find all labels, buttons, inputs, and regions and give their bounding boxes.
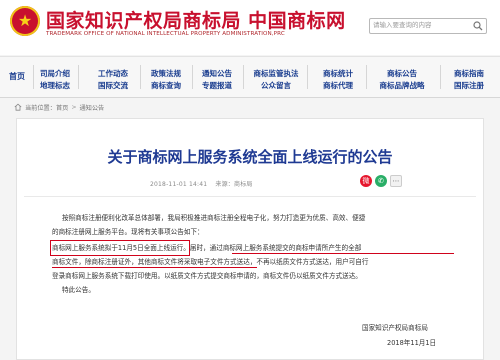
underlined-text-1: 通过商标网上服务系统提交的商标申请所产生的全部 [209, 244, 362, 252]
nav-item-tm-search[interactable]: 商标查询 [146, 80, 186, 92]
nav-divider [243, 65, 244, 89]
highlighted-launch-date: 商标网上服务系统拟于11月5日全面上线运行 [52, 244, 184, 252]
breadcrumb-home[interactable]: 首页 [56, 103, 68, 112]
paragraph-1-line-1: 按照商标注册便利化改革总体部署，我局积极推进商标注册全程电子化，努力打造更为优质… [62, 214, 366, 222]
site-subtitle: TRADEMARK OFFICE OF NATIONAL INTELLECTUA… [46, 31, 285, 37]
main-nav: 首页 司局介绍 地理标志 工作动态 国际交流 政策法规 商标查询 通知公告 专题… [0, 56, 500, 98]
nav-item-enforcement[interactable]: 商标监管执法 [252, 68, 300, 80]
article-source: 来源：商标局 [215, 181, 253, 188]
national-emblem-icon[interactable]: ★ [10, 6, 40, 36]
underline-2 [52, 267, 257, 268]
nav-divider [140, 65, 141, 89]
nav-item-policy[interactable]: 政策法规 [146, 68, 186, 80]
paragraph-2-text-d: ，不再以纸质文件方式送达，用户可自行 [249, 258, 369, 266]
nav-item-brand-strategy[interactable]: 商标品牌战略 [377, 80, 427, 92]
article-divider [24, 196, 476, 197]
paragraph-2-line-3: 登录商标网上服务系统下载打印使用。以纸质文件方式提交商标申请的，商标文件仍以纸质… [52, 272, 362, 280]
nav-col-3: 政策法规 商标查询 [146, 68, 186, 92]
nav-divider [192, 65, 193, 89]
nav-col-8: 商标指南 国际注册 [449, 68, 489, 92]
nav-item-tm-agency[interactable]: 商标代理 [318, 80, 358, 92]
nav-item-work-news[interactable]: 工作动态 [93, 68, 133, 80]
signature-org: 国家知识产权局商标局 [362, 324, 428, 332]
underlined-text-2: 商标文件，除商标注册证外，其他商标文件将采取电子文件方式送达 [52, 258, 250, 266]
underline-1 [232, 253, 454, 254]
nav-divider [366, 65, 367, 89]
nav-divider [78, 65, 79, 89]
nav-item-special-reports[interactable]: 专题报道 [197, 80, 237, 92]
nav-col-6: 商标统计 商标代理 [318, 68, 358, 92]
breadcrumb-label: 当前位置： [25, 104, 56, 112]
article-meta: 2018-11-01 14:41 来源：商标局 [150, 179, 259, 188]
site-header: ★ 国家知识产权局商标局 中国商标网 TRADEMARK OFFICE OF N… [0, 0, 500, 55]
nav-item-notices[interactable]: 通知公告 [197, 68, 237, 80]
search-icon[interactable] [473, 21, 483, 31]
nav-col-7: 商标公告 商标品牌战略 [377, 68, 427, 92]
nav-divider [440, 65, 441, 89]
more-icon[interactable]: ⋯ [390, 175, 402, 187]
breadcrumb-notices[interactable]: 通知公告 [80, 103, 105, 112]
nav-divider [307, 65, 308, 89]
wechat-icon[interactable]: ✆ [375, 175, 387, 187]
search-box [369, 18, 487, 34]
site-title[interactable]: 国家知识产权局商标局 中国商标网 [46, 6, 346, 33]
article-title: 关于商标网上服务系统全面上线运行的公告 [107, 148, 393, 166]
nav-item-tm-gazette[interactable]: 商标公告 [377, 68, 427, 80]
paragraph-1-line-2: 的商标注册网上服务平台。现将有关事项公告如下： [52, 228, 204, 236]
breadcrumb: 当前位置： 首页 > 通知公告 [14, 101, 104, 113]
home-icon [14, 103, 22, 111]
nav-col-5: 商标监管执法 公众留言 [252, 68, 300, 92]
search-input[interactable] [373, 20, 469, 31]
weibo-icon[interactable]: 微 [360, 175, 372, 187]
share-bar: 微 ✆ ⋯ [360, 175, 405, 187]
paragraph-3: 特此公告。 [62, 286, 95, 294]
signature-date: 2018年11月1日 [387, 339, 437, 347]
nav-item-public-msg[interactable]: 公众留言 [252, 80, 300, 92]
nav-item-statistics[interactable]: 商标统计 [318, 68, 358, 80]
breadcrumb-separator: > [71, 103, 77, 111]
article-date: 2018-11-01 14:41 [150, 181, 208, 188]
nav-divider [33, 65, 34, 89]
nav-col-2: 工作动态 国际交流 [93, 68, 133, 92]
nav-item-intl-registration[interactable]: 国际注册 [449, 80, 489, 92]
paragraph-2-text-b: 。届时， [183, 244, 210, 252]
nav-item-dept-intro[interactable]: 司局介绍 [35, 68, 75, 80]
nav-col-1: 司局介绍 地理标志 [35, 68, 75, 92]
nav-col-4: 通知公告 专题报道 [197, 68, 237, 92]
nav-item-intl-exchange[interactable]: 国际交流 [93, 80, 133, 92]
nav-item-tm-guide[interactable]: 商标指南 [449, 68, 489, 80]
nav-item-geo-indication[interactable]: 地理标志 [35, 80, 75, 92]
nav-home[interactable]: 首页 [4, 71, 30, 82]
